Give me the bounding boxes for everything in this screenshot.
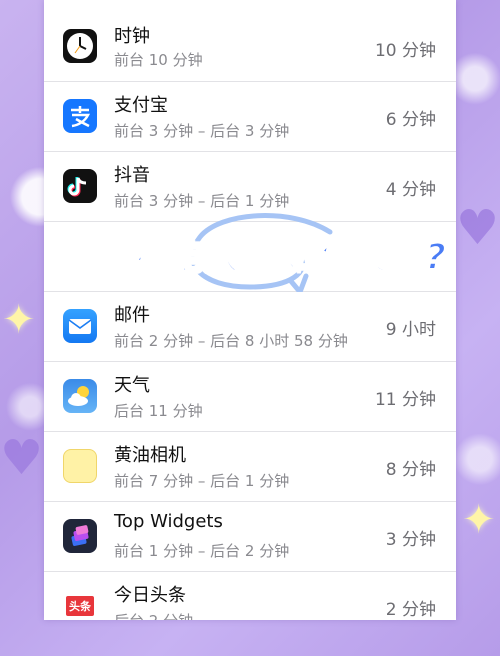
- app-usage-total: 2 分钟: [385, 600, 436, 620]
- app-row-alipay[interactable]: 支付宝 前台 3 分钟 – 后台 3 分钟 6 分钟: [44, 82, 456, 152]
- douyin-icon: [63, 169, 97, 203]
- clock-icon: [63, 29, 97, 63]
- app-name: 天气: [114, 375, 150, 396]
- app-row-toutiao[interactable]: 头条 今日头条 后台 2 分钟 2 分钟: [44, 572, 456, 620]
- app-row-butter-camera[interactable]: 黄油相机 前台 7 分钟 – 后台 1 分钟 8 分钟: [44, 432, 456, 502]
- alipay-icon: [63, 99, 97, 133]
- app-usage-total: 6 分钟: [385, 110, 436, 130]
- app-row-mail[interactable]: 邮件 前台 2 分钟 – 后台 8 小时 58 分钟 9 小时: [44, 292, 456, 362]
- sparkle-icon: ✦: [2, 297, 36, 343]
- app-usage-total: 9 小时: [385, 320, 436, 340]
- app-name: 今日头条: [114, 585, 186, 606]
- butter-camera-icon: [63, 449, 97, 483]
- app-usage-total: 11 分钟: [374, 390, 436, 410]
- toutiao-icon: 头条: [63, 589, 97, 620]
- mail-icon: [63, 309, 97, 343]
- app-usage-detail: 前台 7 分钟 – 后台 1 分钟: [114, 472, 290, 490]
- app-name: 邮件: [114, 305, 150, 326]
- sparkle-icon: ✦: [462, 497, 496, 543]
- toutiao-logo-text: 头条: [66, 596, 94, 616]
- app-usage-total: 8 分钟: [385, 460, 436, 480]
- app-usage-total: 3 分钟: [385, 530, 436, 550]
- battery-usage-list: 时钟 前台 10 分钟 10 分钟 支付宝 前台 3 分钟 – 后台 3 分钟 …: [44, 0, 456, 620]
- banner-title: 后台耗电大户如何关闭?: [54, 236, 447, 279]
- app-name: 黄油相机: [114, 445, 186, 466]
- app-row-top-widgets[interactable]: Top Widgets 前台 1 分钟 – 后台 2 分钟 3 分钟: [44, 502, 456, 572]
- top-widgets-icon: [63, 519, 97, 553]
- heart-icon: ♥: [0, 430, 44, 486]
- app-usage-detail: 前台 2 分钟 – 后台 8 小时 58 分钟: [114, 332, 348, 350]
- app-usage-total: 4 分钟: [385, 180, 436, 200]
- app-row-clock[interactable]: 时钟 前台 10 分钟 10 分钟: [44, 12, 456, 82]
- app-name: 时钟: [114, 26, 150, 47]
- app-usage-detail: 前台 1 分钟 – 后台 2 分钟: [114, 542, 290, 560]
- app-usage-total: 10 分钟: [374, 41, 436, 61]
- app-row-weather[interactable]: 天气 后台 11 分钟 11 分钟: [44, 362, 456, 432]
- app-name: 抖音: [114, 165, 150, 186]
- app-usage-detail: 后台 2 分钟: [114, 610, 193, 620]
- app-usage-detail: 前台 10 分钟: [114, 51, 203, 69]
- app-usage-detail: 前台 3 分钟 – 后台 3 分钟: [114, 122, 290, 140]
- app-name: Top Widgets: [114, 511, 223, 532]
- app-usage-detail: 后台 11 分钟: [114, 402, 203, 420]
- app-name: 支付宝: [114, 95, 168, 116]
- weather-icon: [63, 379, 97, 413]
